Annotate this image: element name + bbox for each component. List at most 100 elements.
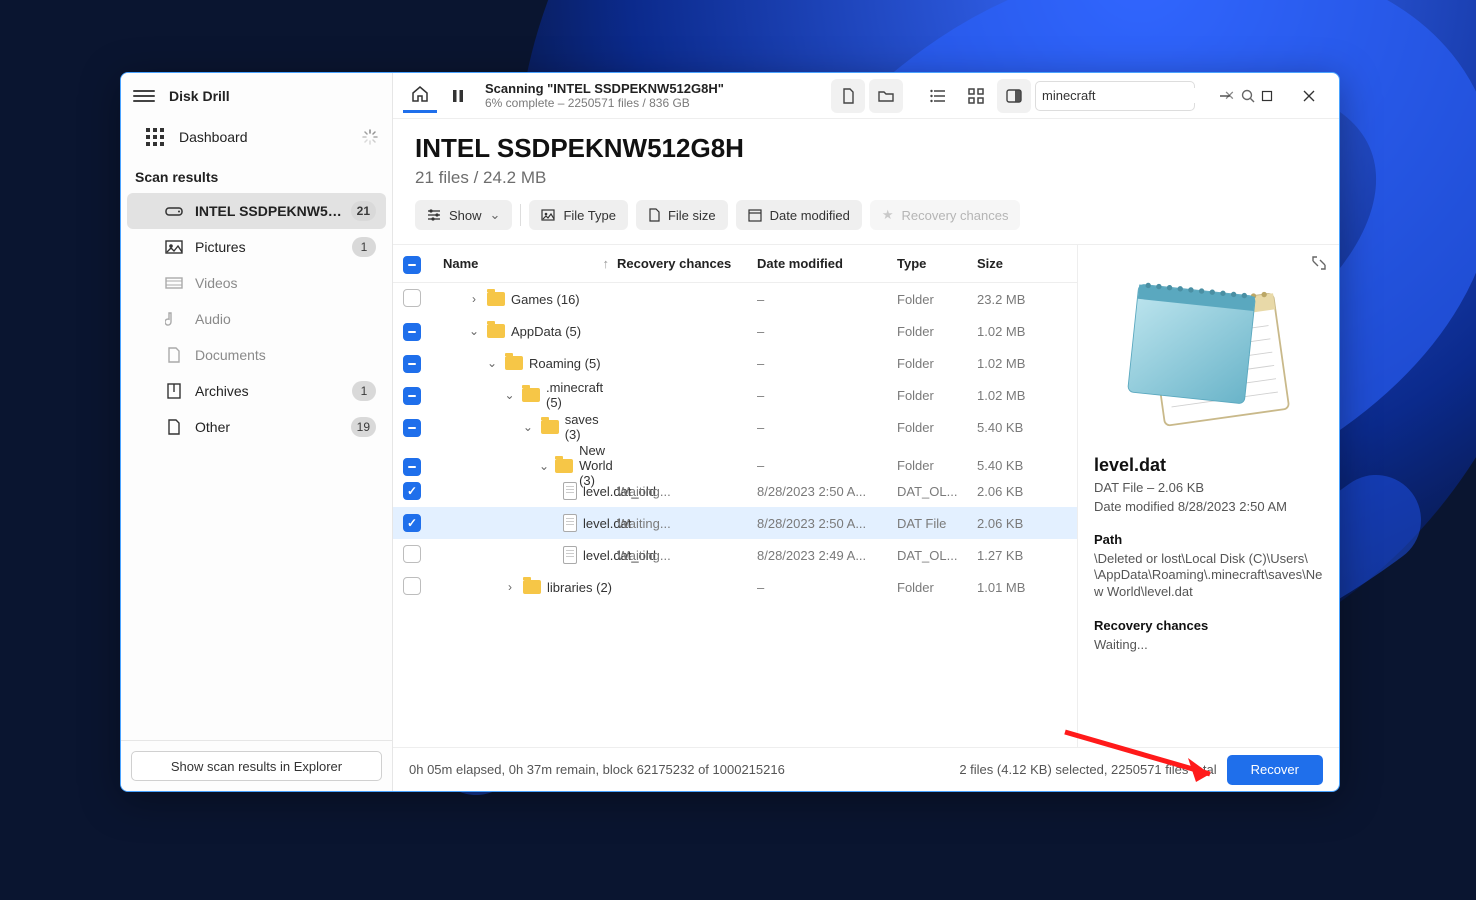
sidebar-category-other[interactable]: Other19 <box>127 409 386 445</box>
dashboard-label: Dashboard <box>179 129 248 145</box>
row-date: – <box>757 324 897 339</box>
show-in-explorer-button[interactable]: Show scan results in Explorer <box>131 751 382 781</box>
col-recovery-chances[interactable]: Recovery chances <box>617 256 757 271</box>
file-table: Name ↑ Recovery chances Date modified Ty… <box>393 245 1077 747</box>
filter-bar: Show ⌄ File Type File size Date modified… <box>393 200 1339 245</box>
col-type[interactable]: Type <box>897 256 977 271</box>
show-filter-button[interactable]: Show ⌄ <box>415 200 512 230</box>
preview-typeline: DAT File – 2.06 KB <box>1094 480 1323 495</box>
grid-view-button[interactable] <box>959 79 993 113</box>
row-size: 1.02 MB <box>977 388 1067 403</box>
list-view-button[interactable] <box>921 79 955 113</box>
sidebar-drive-item[interactable]: INTEL SSDPEKNW512G8H 21 <box>127 193 386 229</box>
search-input[interactable] <box>1042 88 1218 103</box>
file-icon <box>648 208 660 222</box>
audio-icon <box>165 310 183 328</box>
search-box[interactable]: ✕ <box>1035 81 1195 111</box>
table-row[interactable]: ⌄Roaming (5)–Folder1.02 MB <box>393 347 1077 379</box>
sidebar-category-pictures[interactable]: Pictures1 <box>127 229 386 265</box>
row-date: 8/28/2023 2:50 A... <box>757 516 897 531</box>
col-size[interactable]: Size <box>977 256 1067 271</box>
expand-toggle[interactable]: ⌄ <box>467 324 481 338</box>
expand-preview-icon[interactable] <box>1311 255 1327 271</box>
table-row[interactable]: ›libraries (2)–Folder1.01 MB <box>393 571 1077 603</box>
show-filter-label: Show <box>449 208 482 223</box>
file-type-filter-button[interactable]: File Type <box>529 200 628 230</box>
row-type: Folder <box>897 580 977 595</box>
row-checkbox[interactable] <box>403 458 421 476</box>
expand-toggle[interactable]: ⌄ <box>539 459 549 473</box>
home-button[interactable] <box>403 79 437 113</box>
sidebar-category-documents[interactable]: Documents <box>127 337 386 373</box>
col-name[interactable]: Name <box>443 256 478 271</box>
row-checkbox[interactable] <box>403 323 421 341</box>
page-title: INTEL SSDPEKNW512G8H <box>415 133 1317 164</box>
expand-toggle[interactable]: ⌄ <box>485 356 499 370</box>
sidebar-category-archives[interactable]: Archives1 <box>127 373 386 409</box>
expand-toggle[interactable]: ⌄ <box>521 420 535 434</box>
row-checkbox[interactable] <box>403 545 421 563</box>
table-row[interactable]: ⌄saves (3)–Folder5.40 KB <box>393 411 1077 443</box>
row-checkbox[interactable] <box>403 514 421 532</box>
status-bar: 0h 05m elapsed, 0h 37m remain, block 621… <box>393 747 1339 791</box>
recovery-chances-filter-button[interactable]: ★ Recovery chances <box>870 200 1021 230</box>
sidebar-category-videos[interactable]: Videos <box>127 265 386 301</box>
row-checkbox[interactable] <box>403 482 421 500</box>
main-area: Scanning "INTEL SSDPEKNW512G8H" 6% compl… <box>393 73 1339 791</box>
row-name: libraries (2) <box>547 580 612 595</box>
folder-icon <box>487 324 505 338</box>
row-recovery-chances: Waiting... <box>617 548 757 563</box>
drive-label: INTEL SSDPEKNW512G8H <box>195 203 345 219</box>
other-icon <box>165 418 183 436</box>
recovery-chances-label: Recovery chances <box>902 208 1009 223</box>
toggle-preview-button[interactable] <box>997 79 1031 113</box>
table-row[interactable]: ⌄.minecraft (5)–Folder1.02 MB <box>393 379 1077 411</box>
view-files-button[interactable] <box>831 79 865 113</box>
row-size: 23.2 MB <box>977 292 1067 307</box>
row-checkbox[interactable] <box>403 577 421 595</box>
expand-toggle[interactable]: › <box>503 580 517 594</box>
page-subtitle: 21 files / 24.2 MB <box>415 168 1317 188</box>
row-checkbox[interactable] <box>403 289 421 307</box>
view-folders-button[interactable] <box>869 79 903 113</box>
expand-toggle[interactable]: ⌄ <box>503 388 516 402</box>
maximize-button[interactable] <box>1247 79 1287 113</box>
category-badge: 1 <box>352 237 376 257</box>
preview-modified: Date modified 8/28/2023 2:50 AM <box>1094 499 1323 514</box>
sidebar-category-audio[interactable]: Audio <box>127 301 386 337</box>
preview-rc-value: Waiting... <box>1094 637 1323 652</box>
calendar-icon <box>748 208 762 222</box>
row-date: – <box>757 458 897 473</box>
close-button[interactable] <box>1289 79 1329 113</box>
chevron-down-icon: ⌄ <box>490 207 501 223</box>
videos-icon <box>165 274 183 292</box>
row-checkbox[interactable] <box>403 387 421 405</box>
col-date-modified[interactable]: Date modified <box>757 256 897 271</box>
row-name: AppData (5) <box>511 324 581 339</box>
preview-path-label: Path <box>1094 532 1323 547</box>
select-all-checkbox[interactable] <box>403 256 421 274</box>
file-size-filter-button[interactable]: File size <box>636 200 728 230</box>
pause-button[interactable] <box>441 79 475 113</box>
table-row[interactable]: ⌄AppData (5)–Folder1.02 MB <box>393 315 1077 347</box>
scan-results-section-label: Scan results <box>121 155 392 193</box>
sort-arrow-icon[interactable]: ↑ <box>603 256 610 271</box>
row-checkbox[interactable] <box>403 419 421 437</box>
row-date: – <box>757 388 897 403</box>
date-modified-filter-button[interactable]: Date modified <box>736 200 862 230</box>
menu-button[interactable] <box>133 85 155 107</box>
row-type: DAT_OL... <box>897 484 977 499</box>
row-checkbox[interactable] <box>403 355 421 373</box>
table-row[interactable]: ›Games (16)–Folder23.2 MB <box>393 283 1077 315</box>
category-badge: 1 <box>352 381 376 401</box>
row-name: Roaming (5) <box>529 356 601 371</box>
row-date: – <box>757 420 897 435</box>
category-label: Audio <box>195 311 231 327</box>
table-row[interactable]: level.datWaiting...8/28/2023 2:50 A...DA… <box>393 507 1077 539</box>
minimize-button[interactable] <box>1205 79 1245 113</box>
table-row[interactable]: level.dat_oldWaiting...8/28/2023 2:49 A.… <box>393 539 1077 571</box>
sidebar-dashboard[interactable]: Dashboard <box>121 119 392 155</box>
expand-toggle[interactable]: › <box>467 292 481 306</box>
recover-button[interactable]: Recover <box>1227 755 1323 785</box>
table-row[interactable]: ⌄New World (3)–Folder5.40 KB <box>393 443 1077 475</box>
